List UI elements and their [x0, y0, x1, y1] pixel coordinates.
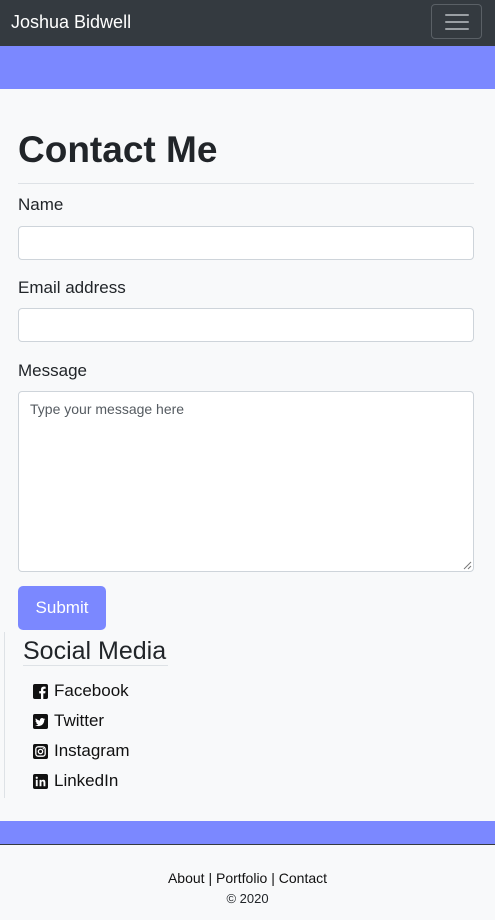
navbar: Joshua Bidwell [0, 0, 495, 46]
email-input[interactable] [18, 308, 474, 342]
social-link-facebook[interactable]: Facebook [33, 680, 129, 702]
social-section-border [4, 632, 5, 798]
title-divider [18, 183, 474, 184]
instagram-icon [33, 743, 48, 759]
message-textarea[interactable] [18, 391, 474, 572]
brand-link[interactable]: Joshua Bidwell [11, 11, 131, 33]
social-media-heading: Social Media [23, 637, 167, 665]
bottom-accent-band [0, 821, 495, 844]
footer-link-portfolio[interactable]: Portfolio [216, 870, 267, 886]
top-accent-band [0, 46, 495, 89]
hamburger-icon [445, 14, 469, 16]
copyright-text: © 2020 [226, 891, 269, 906]
social-link-linkedin[interactable]: LinkedIn [33, 770, 118, 792]
footer-nav: About | Portfolio | Contact [0, 870, 495, 887]
social-heading-underline [23, 665, 168, 666]
name-input[interactable] [18, 226, 474, 260]
footer-separator: | [271, 870, 275, 886]
message-label: Message [18, 361, 87, 380]
footer-separator: | [208, 870, 213, 886]
page-title: Contact Me [18, 129, 218, 170]
menu-toggle-button[interactable] [431, 4, 482, 39]
footer-link-contact[interactable]: Contact [279, 870, 327, 886]
footer-divider [0, 844, 495, 845]
resize-grip-icon[interactable] [463, 561, 472, 570]
social-link-instagram[interactable]: Instagram [33, 740, 130, 762]
social-link-label: Facebook [54, 681, 129, 700]
social-link-twitter[interactable]: Twitter [33, 710, 104, 732]
submit-button[interactable]: Submit [18, 586, 106, 630]
footer-link-about[interactable]: About [168, 870, 205, 886]
facebook-icon [33, 683, 48, 699]
social-link-label: LinkedIn [54, 771, 119, 790]
linkedin-icon [33, 773, 48, 789]
name-label: Name [18, 195, 64, 214]
twitter-icon [33, 713, 48, 729]
social-link-label: Twitter [54, 711, 105, 730]
email-label: Email address [18, 278, 126, 297]
social-link-label: Instagram [54, 741, 130, 760]
